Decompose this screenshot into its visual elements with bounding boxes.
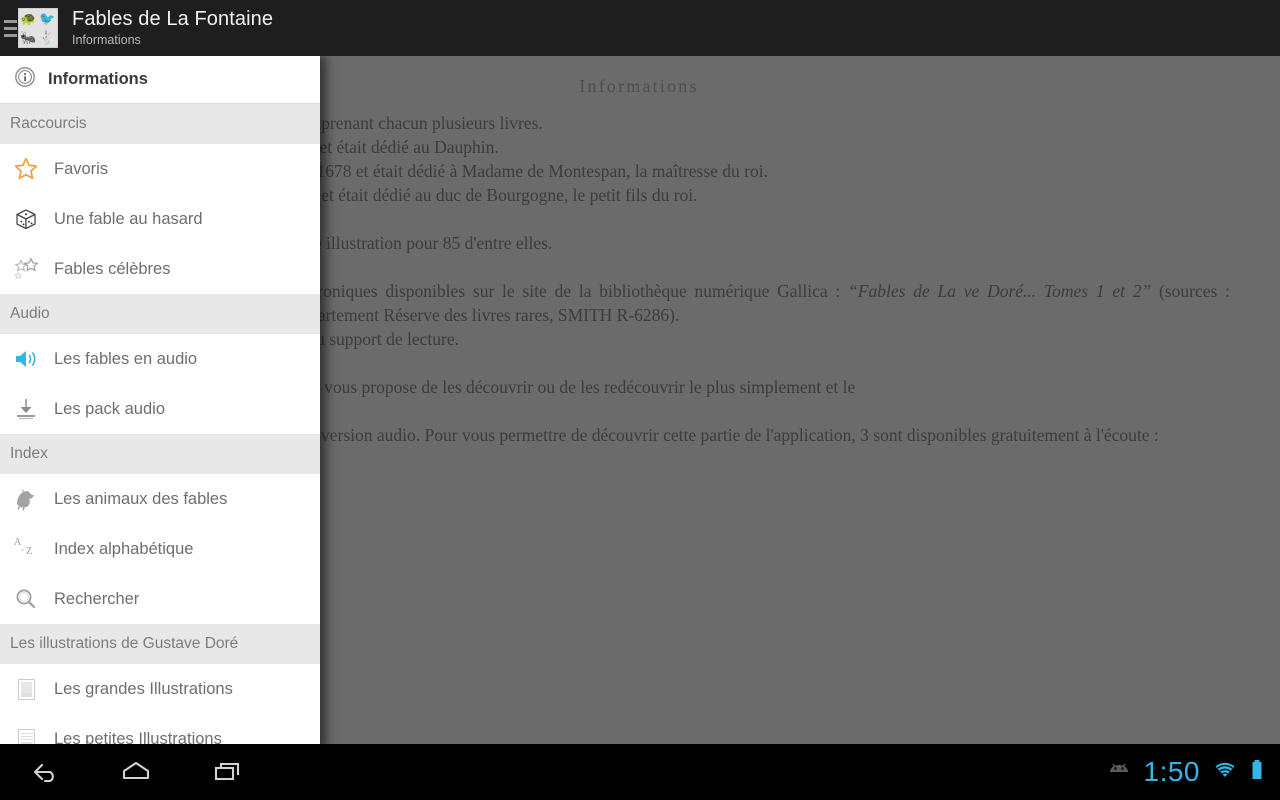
app-icon-bird: 🐦 xyxy=(39,11,56,26)
menu-icon[interactable] xyxy=(0,0,18,56)
download-icon xyxy=(12,395,40,423)
speaker-icon xyxy=(12,345,40,373)
drawer-section-header: Les illustrations de Gustave Doré xyxy=(0,624,320,664)
drawer-item-label: Fables célèbres xyxy=(54,259,171,278)
app-icon[interactable]: 🐢 🐦 🐜 🐇 xyxy=(18,8,58,48)
navigation-drawer[interactable]: Informations Raccourcis Favoris Une fable … xyxy=(0,56,320,752)
drawer-section-header: Audio xyxy=(0,294,320,334)
drawer-section-header: Raccourcis xyxy=(0,104,320,144)
drawer-item-les-fables-en-audio[interactable]: Les fables en audio xyxy=(0,334,320,384)
drawer-item-rechercher[interactable]: Rechercher xyxy=(0,574,320,624)
drawer-item-les-pack-audio[interactable]: Les pack audio xyxy=(0,384,320,434)
drawer-item-label: Les fables en audio xyxy=(54,349,198,368)
drawer-item-label: Les pack audio xyxy=(54,399,165,418)
drawer-section-label: Audio xyxy=(10,305,50,322)
battery-icon xyxy=(1250,759,1264,786)
status-clock: 1:50 xyxy=(1143,756,1200,787)
drawer-item-les-animaux-des-fables[interactable]: Les animaux des fables xyxy=(0,474,320,524)
drawer-item-label: Les grandes Illustrations xyxy=(54,679,233,698)
search-icon xyxy=(12,585,40,613)
info-icon xyxy=(14,66,36,93)
drawer-item-favoris[interactable]: Favoris xyxy=(0,144,320,194)
drawer-list[interactable]: Raccourcis Favoris Une fable au hasard Fabl… xyxy=(0,104,320,752)
a-to-z-icon: A-Z xyxy=(14,537,33,557)
drawer-item-label: Les animaux des fables xyxy=(54,489,228,508)
drawer-item-une-fable-au-hasard[interactable]: Une fable au hasard xyxy=(0,194,320,244)
drawer-header-label: Informations xyxy=(48,70,148,88)
dice-icon xyxy=(12,205,40,233)
title-block: Fables de La Fontaine Informations xyxy=(72,8,273,48)
system-nav-buttons xyxy=(24,752,248,792)
star-icon xyxy=(12,155,40,183)
system-navigation-bar: 1:50 xyxy=(0,744,1280,800)
app-icon-hare: 🐇 xyxy=(39,30,56,45)
drawer-section-label: Index xyxy=(10,445,48,462)
drawer-section-label: Raccourcis xyxy=(10,115,87,132)
drawer-header-informations[interactable]: Informations xyxy=(0,56,320,104)
home-icon[interactable] xyxy=(116,752,156,792)
app-screen: Informations 1668 et 1693, 3 recueils de… xyxy=(0,0,1280,800)
status-area[interactable]: 1:50 xyxy=(1106,758,1265,786)
large-image-icon xyxy=(12,675,40,703)
multi-star-icon xyxy=(12,255,40,283)
drawer-item-label: Une fable au hasard xyxy=(54,209,203,228)
app-icon-ant: 🐜 xyxy=(20,30,37,45)
app-title: Fables de La Fontaine xyxy=(72,8,274,30)
drawer-item-fables-c-l-bres[interactable]: Fables célèbres xyxy=(0,244,320,294)
animal-icon xyxy=(12,485,40,513)
drawer-section-header: Index xyxy=(0,434,320,474)
android-icon xyxy=(1106,761,1132,784)
drawer-section-label: Les illustrations de Gustave Doré xyxy=(10,635,239,652)
back-icon[interactable] xyxy=(24,752,64,792)
drawer-item-label: Favoris xyxy=(54,159,109,178)
drawer-item-label: Rechercher xyxy=(54,589,140,608)
drawer-item-les-grandes-illustrations[interactable]: Les grandes Illustrations xyxy=(0,664,320,714)
drawer-item-index-alphab-tique[interactable]: A - Z Index alphabétique xyxy=(0,524,320,574)
action-bar: 🐢 🐦 🐜 🐇 Fables de La Fontaine Informatio… xyxy=(0,0,1280,56)
drawer-item-label: Index alphabétique xyxy=(54,539,194,558)
recents-icon[interactable] xyxy=(208,752,248,792)
app-subtitle: Informations xyxy=(72,33,141,47)
wifi-icon xyxy=(1212,760,1238,785)
app-icon-tortoise: 🐢 xyxy=(20,11,37,26)
